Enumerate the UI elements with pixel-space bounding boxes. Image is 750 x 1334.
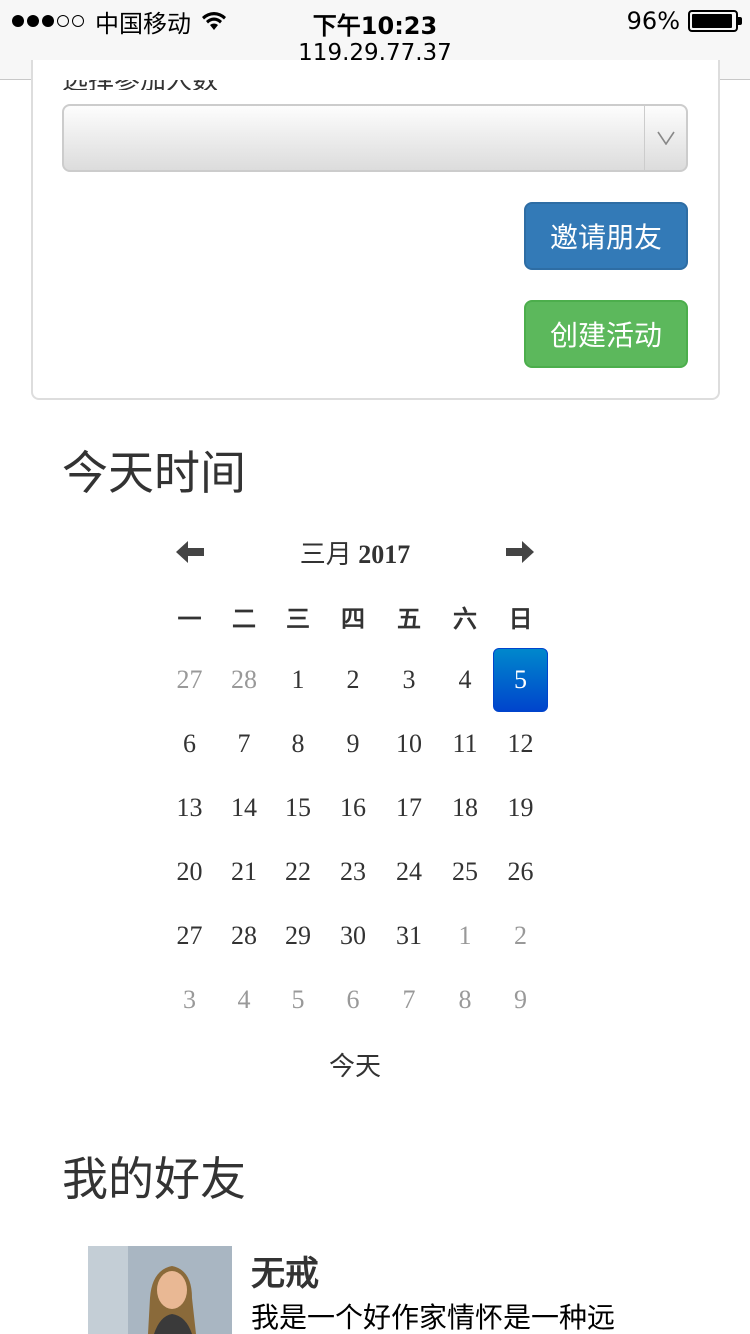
calendar-day[interactable]: 13 [162, 776, 217, 840]
calendar-day[interactable]: 17 [381, 776, 437, 840]
weekday-header: 日 [508, 604, 533, 633]
friend-item[interactable]: 无戒 我是一个好作家情怀是一种远 [88, 1246, 708, 1334]
calendar-day[interactable]: 1 [271, 648, 325, 712]
calendar-day[interactable]: 7 [217, 712, 271, 776]
calendar-day[interactable]: 16 [325, 776, 381, 840]
friends-section-title: 我的好友 [62, 1152, 246, 1206]
calendar-day[interactable]: 6 [325, 968, 381, 1032]
calendar-day[interactable]: 7 [381, 968, 437, 1032]
calendar-day[interactable]: 8 [271, 712, 325, 776]
calendar-day[interactable]: 12 [493, 712, 548, 776]
next-month-button[interactable] [504, 536, 536, 568]
calendar-day[interactable]: 6 [162, 712, 217, 776]
calendar-day[interactable]: 8 [437, 968, 493, 1032]
calendar-day[interactable]: 9 [325, 712, 381, 776]
weekday-header: 六 [453, 604, 477, 633]
calendar-day-label: 5 [493, 648, 548, 712]
calendar-day[interactable]: 22 [271, 840, 325, 904]
calendar-day[interactable]: 26 [493, 840, 548, 904]
calendar-day[interactable]: 28 [217, 904, 271, 968]
calendar-day[interactable]: 11 [437, 712, 493, 776]
calendar-day[interactable]: 10 [381, 712, 437, 776]
friend-name: 无戒 [251, 1254, 319, 1294]
calendar-day[interactable]: 24 [381, 840, 437, 904]
calendar-year: 2017 [358, 540, 411, 569]
calendar-day[interactable]: 2 [325, 648, 381, 712]
weekday-header: 四 [341, 604, 365, 633]
attendee-count-select[interactable] [62, 104, 688, 172]
calendar-day[interactable]: 27 [162, 904, 217, 968]
battery-icon [688, 10, 742, 32]
arrow-right-icon [506, 541, 534, 563]
calendar-day[interactable]: 1 [437, 904, 493, 968]
calendar-day[interactable]: 30 [325, 904, 381, 968]
date-picker: 三月 2017 一二三四五六日 27 28 1 2 3 4 5 6 7 8 9 10 11 12 13 14 15… [162, 520, 548, 1096]
calendar-month: 三月 [299, 540, 352, 570]
calendar-day[interactable]: 28 [217, 648, 271, 712]
create-event-button[interactable]: 创建活动 [524, 300, 688, 368]
calendar-day[interactable]: 15 [271, 776, 325, 840]
weekday-header: 一 [177, 604, 202, 633]
calendar-day-selected[interactable]: 5 [493, 648, 548, 712]
calendar-day[interactable]: 19 [493, 776, 548, 840]
calendar-day[interactable]: 9 [493, 968, 548, 1032]
calendar-day[interactable]: 25 [437, 840, 493, 904]
today-button[interactable]: 今天 [162, 1032, 548, 1096]
calendar-month-title[interactable]: 三月 2017 [162, 534, 548, 571]
calendar-day[interactable]: 23 [325, 840, 381, 904]
calendar-day[interactable]: 31 [381, 904, 437, 968]
chevron-down-icon [644, 106, 686, 170]
today-section-title: 今天时间 [62, 446, 246, 500]
calendar-day[interactable]: 3 [162, 968, 217, 1032]
weekday-header: 二 [232, 604, 256, 633]
calendar-day[interactable]: 18 [437, 776, 493, 840]
weekday-header: 五 [397, 604, 421, 633]
calendar-day[interactable]: 4 [217, 968, 271, 1032]
calendar-day[interactable]: 29 [271, 904, 325, 968]
calendar-day[interactable]: 4 [437, 648, 493, 712]
battery-percent: 96% [626, 7, 680, 35]
calendar-header: 三月 2017 [162, 520, 548, 584]
attendee-count-label: 选择参加人数 [62, 80, 218, 90]
calendar-day[interactable]: 27 [162, 648, 217, 712]
calendar-day[interactable]: 21 [217, 840, 271, 904]
battery-status: 96% [626, 6, 742, 36]
weekday-header: 三 [286, 604, 310, 633]
avatar [88, 1246, 232, 1334]
calendar-day[interactable]: 3 [381, 648, 437, 712]
invite-friends-button[interactable]: 邀请朋友 [524, 202, 688, 270]
calendar-grid: 一二三四五六日 27 28 1 2 3 4 5 6 7 8 9 10 11 12 13 14 15 16 17 18 19… [162, 584, 548, 1032]
calendar-day[interactable]: 2 [493, 904, 548, 968]
friend-description: 我是一个好作家情怀是一种远 [251, 1301, 616, 1334]
calendar-day[interactable]: 5 [271, 968, 325, 1032]
calendar-day[interactable]: 20 [162, 840, 217, 904]
calendar-day[interactable]: 14 [217, 776, 271, 840]
